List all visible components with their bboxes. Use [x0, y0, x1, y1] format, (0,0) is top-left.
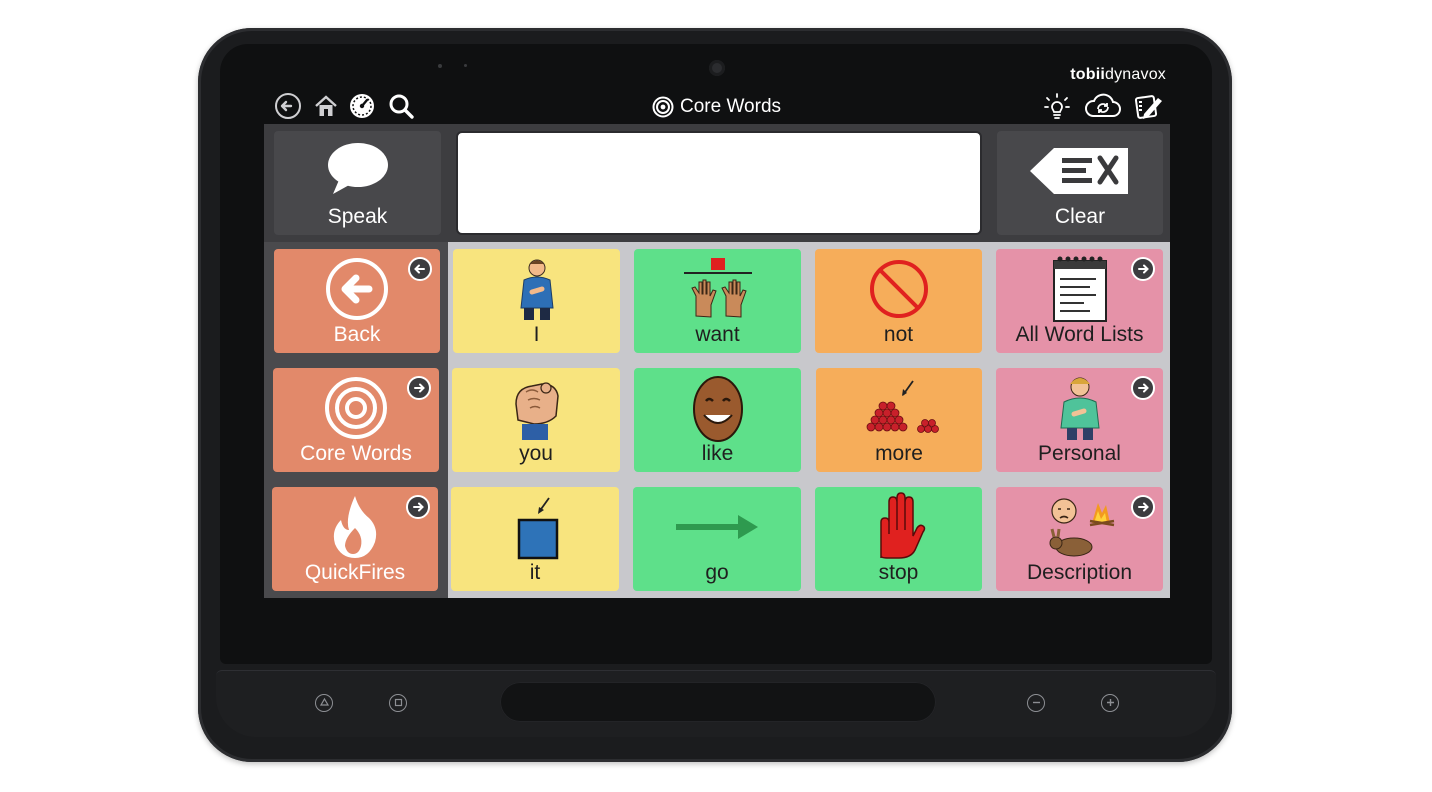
- stop-hand-icon: [815, 492, 982, 561]
- dashboard-gauge-icon[interactable]: [348, 92, 376, 120]
- more-pile-icon: [816, 374, 982, 442]
- clear-label: Clear: [1054, 205, 1106, 228]
- word-label-want: want: [695, 323, 740, 346]
- speech-bubble-icon: [274, 139, 441, 199]
- home-icon[interactable]: [312, 92, 340, 120]
- word-button-i[interactable]: I: [453, 249, 620, 353]
- blue-square-it-icon: [451, 493, 619, 561]
- folder-label-personal: Personal: [1038, 442, 1121, 465]
- speak-button[interactable]: Speak: [274, 131, 441, 235]
- go-arrow-icon: [633, 493, 801, 561]
- edit-pencil-icon[interactable]: [1134, 92, 1162, 120]
- target-title-icon: [652, 96, 674, 118]
- page-title: Core Words: [652, 94, 781, 120]
- folder-button-all-word-lists[interactable]: All Word Lists: [996, 249, 1163, 353]
- word-label-i: I: [533, 323, 540, 346]
- forward-badge-icon: [1131, 495, 1155, 519]
- forward-badge-icon: [1131, 257, 1155, 281]
- want-hands-icon: [634, 255, 801, 323]
- smiling-face-icon: [634, 374, 801, 442]
- word-button-want[interactable]: want: [634, 249, 801, 353]
- proximity-sensor: [464, 64, 467, 67]
- cloud-sync-icon[interactable]: [1083, 92, 1123, 120]
- word-label-stop: stop: [878, 561, 919, 584]
- word-label-like: like: [701, 442, 734, 465]
- triangle-hardware-button-icon[interactable]: [315, 694, 333, 712]
- word-button-more[interactable]: more: [816, 368, 982, 472]
- speak-label: Speak: [327, 205, 388, 228]
- word-button-stop[interactable]: stop: [815, 487, 982, 591]
- light-sensor: [438, 64, 442, 68]
- back-label: Back: [333, 323, 381, 346]
- word-label-go: go: [705, 561, 729, 584]
- front-camera: [709, 60, 725, 76]
- forward-badge-icon: [1131, 376, 1155, 400]
- folder-label-all-word-lists: All Word Lists: [1015, 323, 1144, 346]
- folder-button-description[interactable]: Description: [996, 487, 1163, 591]
- speaker-grille: [500, 682, 936, 722]
- core-words-label: Core Words: [300, 442, 412, 465]
- quickfires-nav-button[interactable]: QuickFires: [272, 487, 438, 591]
- not-prohibited-icon: [815, 255, 982, 323]
- square-hardware-button-icon[interactable]: [389, 694, 407, 712]
- person-pointing-self-icon: [453, 255, 620, 323]
- page-title-text: Core Words: [680, 96, 782, 117]
- pointing-fist-icon: [452, 374, 620, 442]
- word-button-it[interactable]: it: [451, 487, 619, 591]
- word-label-you: you: [519, 442, 553, 465]
- lightbulb-icon[interactable]: [1043, 92, 1071, 120]
- core-words-nav-button[interactable]: Core Words: [273, 368, 439, 472]
- folder-button-personal[interactable]: Personal: [996, 368, 1163, 472]
- forward-badge-icon: [407, 376, 431, 400]
- word-button-go[interactable]: go: [633, 487, 801, 591]
- back-circle-icon[interactable]: [274, 92, 302, 120]
- search-icon[interactable]: [387, 92, 415, 120]
- folder-label-description: Description: [1026, 561, 1133, 584]
- word-button-you[interactable]: you: [452, 368, 620, 472]
- volume-up-icon[interactable]: [1101, 694, 1119, 712]
- back-nav-button[interactable]: Back: [274, 249, 440, 353]
- back-badge-icon: [408, 257, 432, 281]
- word-button-not[interactable]: not: [815, 249, 982, 353]
- clear-button[interactable]: Clear: [997, 131, 1163, 235]
- volume-down-icon[interactable]: [1027, 694, 1045, 712]
- word-label-it: it: [529, 561, 541, 584]
- quickfires-label: QuickFires: [304, 561, 406, 584]
- word-button-like[interactable]: like: [634, 368, 801, 472]
- message-window[interactable]: [456, 131, 982, 235]
- clear-backspace-icon: [997, 141, 1163, 201]
- word-label-not: not: [883, 323, 914, 346]
- forward-badge-icon: [406, 495, 430, 519]
- brand-logo: tobiidynavox: [1070, 66, 1166, 83]
- word-label-more: more: [875, 442, 923, 465]
